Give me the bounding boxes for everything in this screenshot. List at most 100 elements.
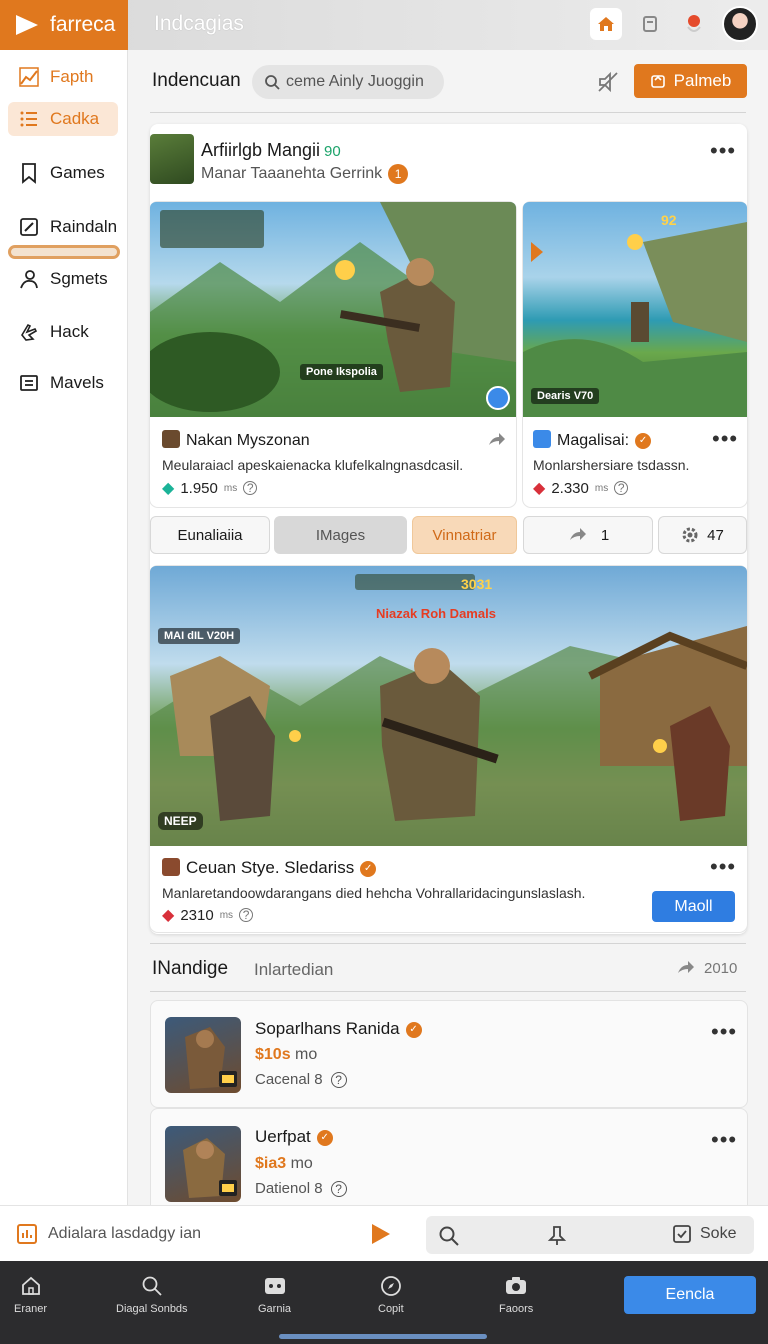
- more-options-icon[interactable]: •••: [711, 1021, 737, 1043]
- sidebar-item-raindaln[interactable]: Raindaln: [8, 210, 118, 244]
- game-screenshot[interactable]: Dearis V70 92: [523, 202, 747, 417]
- featured-stat-value: 2310: [180, 906, 214, 924]
- section-subtitle[interactable]: Inlartedian: [254, 960, 333, 980]
- featured-stat-unit: ms: [219, 909, 234, 921]
- info-icon[interactable]: ?: [239, 908, 254, 922]
- bottom-nav-action-button[interactable]: Eencla: [624, 1276, 756, 1314]
- save-button[interactable]: Soke: [672, 1224, 736, 1244]
- bottom-nav-label: Diagal Sonbds: [116, 1303, 188, 1315]
- bottom-nav-label: Faoors: [499, 1303, 534, 1315]
- hud-title: Niazak Roh Damals: [376, 606, 496, 621]
- post-author-avatar[interactable]: [150, 134, 194, 184]
- sidebar-item-sgmets[interactable]: Sgmets: [8, 262, 118, 296]
- post-sub-badge: 1: [388, 164, 409, 184]
- list-item-meta: Cacenal 8 ?: [255, 1071, 347, 1088]
- footer-strip: Adialara lasdadgy ian Soke: [0, 1205, 768, 1261]
- search-input[interactable]: ceme Ainly Juoggin: [252, 65, 444, 99]
- post-badge: 90: [324, 143, 341, 160]
- publish-button-label: Palmeb: [673, 71, 732, 90]
- sidebar-item-label: Sgmets: [50, 269, 108, 288]
- bookmark-icon: [22, 163, 36, 184]
- tab-vinnatriar[interactable]: Vinnatriar: [412, 516, 517, 554]
- info-icon[interactable]: ?: [614, 481, 629, 495]
- hud-player-panel: [160, 210, 264, 248]
- game-card-stat-value: 2.330: [551, 479, 589, 497]
- featured-screenshot[interactable]: 3031 Niazak Roh Damals MAI dIL V20H NEEP: [150, 566, 747, 846]
- list-item-title-text: Soparlhans Ranida: [255, 1019, 400, 1038]
- pin-icon[interactable]: [546, 1224, 568, 1246]
- bottom-nav-item-faoors[interactable]: Faoors: [499, 1275, 533, 1315]
- footer-status[interactable]: Adialara lasdadgy ian: [16, 1223, 201, 1245]
- notification-icon[interactable]: [678, 8, 710, 40]
- footer-status-text: Adialara lasdadgy ian: [48, 1225, 201, 1242]
- hud-badge[interactable]: NEEP: [158, 812, 203, 830]
- text-icon: [20, 375, 38, 391]
- featured-action-button[interactable]: Maoll: [652, 891, 735, 922]
- list-icon: [20, 111, 37, 127]
- sidebar-item-hack[interactable]: Hack: [8, 315, 118, 349]
- featured-title[interactable]: Ceuan Stye. Sledariss ✓: [162, 858, 377, 878]
- settings-count-button[interactable]: 47: [658, 516, 747, 554]
- share-icon[interactable]: [486, 430, 506, 450]
- header-divider: [150, 112, 746, 113]
- tab-eunaliaiia[interactable]: Eunaliaiia: [150, 516, 270, 554]
- top-title: Indcagias: [154, 12, 244, 35]
- mute-icon[interactable]: [596, 70, 620, 99]
- sidebar-item-label: Hack: [50, 322, 89, 341]
- section-share[interactable]: 2010: [674, 958, 737, 978]
- game-thumb-icon: [533, 430, 551, 448]
- hud-score: 92: [661, 212, 677, 228]
- info-icon[interactable]: ?: [243, 481, 258, 495]
- list-item[interactable]: Uerfpat ✓ $ia3 mo Datienol 8 ? •••: [150, 1108, 748, 1208]
- bottom-nav-item-copit[interactable]: Copit: [378, 1275, 404, 1315]
- more-options-icon[interactable]: •••: [712, 428, 738, 450]
- list-item-price-value: $10s: [255, 1046, 291, 1063]
- publish-button[interactable]: Palmeb: [634, 64, 747, 98]
- hud-score: 3031: [461, 576, 493, 592]
- bottom-nav-item-search[interactable]: Diagal Sonbds: [116, 1275, 188, 1315]
- settings-count: 47: [707, 526, 724, 544]
- game-card-title[interactable]: Nakan Myszonan: [162, 430, 310, 450]
- post-title-text: Arfiirlgb Mangii: [201, 140, 321, 160]
- post-subtitle: Manar Taaanehta Gerrink 1: [201, 164, 409, 184]
- bottom-nav-item-garnia[interactable]: Garnia: [258, 1275, 291, 1315]
- game-card-stat: ◆ 1.950 ms ?: [162, 478, 258, 498]
- info-icon[interactable]: ?: [330, 1071, 347, 1088]
- home-indicator[interactable]: [279, 1334, 487, 1339]
- gear-icon: [682, 527, 698, 543]
- more-options-icon[interactable]: •••: [710, 140, 736, 162]
- beach-scene: [523, 222, 747, 417]
- more-options-icon[interactable]: •••: [711, 1129, 737, 1151]
- brand[interactable]: farreca: [0, 0, 128, 50]
- sidebar-selection-bar: [8, 245, 120, 259]
- share-count-button[interactable]: 1: [523, 516, 653, 554]
- list-item-meta-text: Cacenal 8: [255, 1071, 323, 1088]
- bottom-nav-label: Garnia: [258, 1303, 292, 1315]
- tab-images[interactable]: IMages: [274, 516, 407, 554]
- featured-stat: ◆ 2310 ms ?: [162, 905, 254, 925]
- home-icon: [21, 1276, 40, 1295]
- more-options-icon[interactable]: •••: [710, 856, 736, 878]
- list-item-title-text: Uerfpat: [255, 1127, 311, 1146]
- document-icon[interactable]: [634, 8, 666, 40]
- post-title[interactable]: Arfiirlgb Mangii 90: [201, 140, 341, 161]
- sidebar-item-cadka[interactable]: Cadka: [8, 102, 118, 136]
- sidebar-item-fapth[interactable]: Fapth: [8, 60, 118, 94]
- home-icon[interactable]: [590, 8, 622, 40]
- sidebar-item-games[interactable]: Games: [8, 156, 118, 190]
- hud-label: Pone Ikspolia: [300, 364, 383, 380]
- search-icon[interactable]: [438, 1225, 460, 1247]
- post-subtitle-text: Manar Taaanehta Gerrink: [201, 165, 383, 183]
- list-item[interactable]: Soparlhans Ranida ✓ $10s mo Cacenal 8 ? •…: [150, 1000, 748, 1108]
- search-placeholder: ceme Ainly Juoggin: [286, 73, 424, 90]
- play-button-icon[interactable]: [486, 386, 510, 410]
- sidebar-item-mavels[interactable]: Mavels: [8, 366, 118, 400]
- bottom-nav-item-eraner[interactable]: Eraner: [14, 1275, 47, 1315]
- share-count: 1: [600, 526, 610, 544]
- user-avatar[interactable]: [722, 6, 758, 42]
- game-card-title[interactable]: Magalisai: ✓: [533, 430, 652, 450]
- info-icon[interactable]: ?: [330, 1180, 347, 1197]
- play-icon[interactable]: [370, 1222, 392, 1246]
- game-screenshot[interactable]: Pone Ikspolia: [150, 202, 516, 417]
- gem-icon: ◆: [162, 480, 175, 497]
